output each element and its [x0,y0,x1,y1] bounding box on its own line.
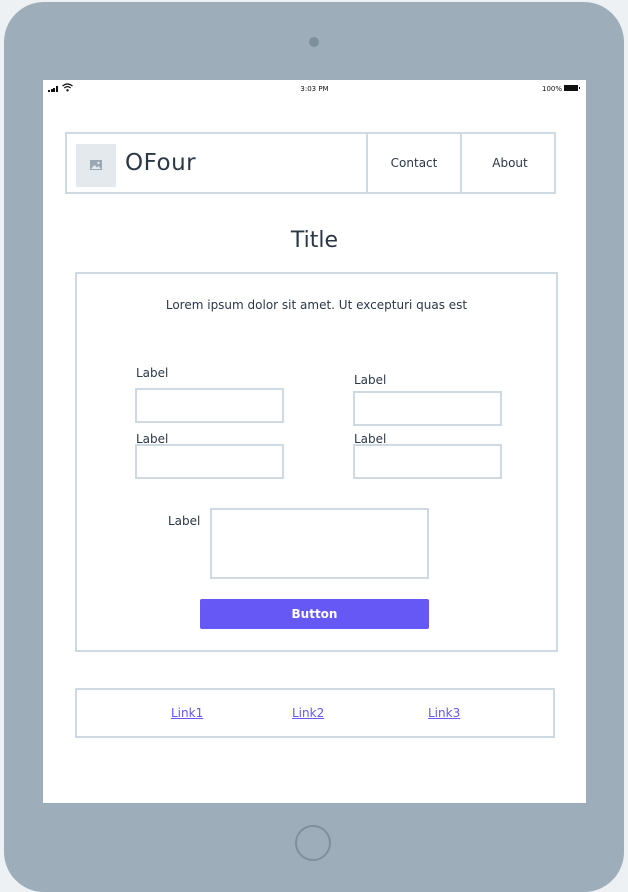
home-button[interactable] [295,825,331,861]
intro-text: Lorem ipsum dolor sit amet. Ut excepturi… [165,298,468,312]
status-time: 3:03 PM [300,85,329,93]
battery-icon [564,85,580,91]
text-input-2[interactable] [353,391,502,426]
brand-name: OFour [125,150,197,176]
camera-dot [309,37,319,47]
textarea-input[interactable] [210,508,429,579]
logo-image-placeholder [76,144,116,187]
nav-contact[interactable]: Contact [366,134,460,192]
image-icon [90,160,102,170]
footer: Link1 Link2 Link3 [75,688,555,738]
field-label-5: Label [168,514,201,528]
text-input-3[interactable] [135,444,284,479]
page-title: Title [290,228,339,253]
footer-link-2[interactable]: Link2 [292,706,324,720]
footer-link-3[interactable]: Link3 [428,706,460,720]
battery-percent: 100% [542,85,563,93]
tablet-frame: 3:03 PM 100% OFour Contact About Title L… [4,2,624,892]
field-label-1: Label [136,366,169,380]
status-bar: 3:03 PM 100% [43,80,586,98]
submit-button[interactable]: Button [200,599,429,629]
form-panel: Lorem ipsum dolor sit amet. Ut excepturi… [75,272,558,652]
text-input-1[interactable] [135,388,284,423]
footer-link-1[interactable]: Link1 [171,706,203,720]
screen: 3:03 PM 100% OFour Contact About Title L… [43,80,586,803]
header: OFour Contact About [65,132,556,194]
nav-about[interactable]: About [460,134,558,192]
text-input-4[interactable] [353,444,502,479]
field-label-2: Label [354,373,387,387]
